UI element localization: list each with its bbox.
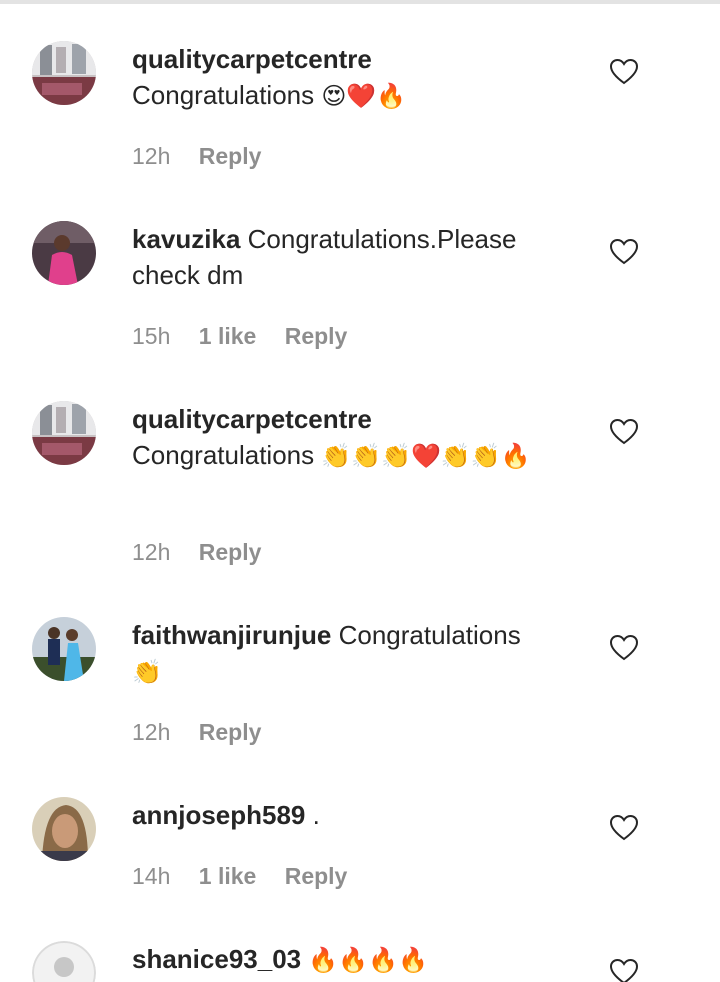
- heart-outline-icon[interactable]: [610, 419, 638, 445]
- comment-meta: 14h 1 like Reply: [132, 863, 369, 890]
- comment-meta: 12h Reply: [132, 719, 283, 746]
- comment-meta: 12h Reply: [132, 143, 283, 170]
- comment-item: qualitycarpetcentre Congratulations 😍❤️🔥…: [0, 41, 720, 181]
- portrait-avatar[interactable]: [32, 797, 96, 861]
- comment-username[interactable]: qualitycarpetcentre: [132, 44, 372, 74]
- pink-dress-avatar[interactable]: [32, 221, 96, 285]
- comment-text: Congratulations: [132, 80, 315, 110]
- comment-time: 14h: [132, 863, 171, 889]
- heart-outline-icon[interactable]: [610, 239, 638, 265]
- comment-emoji: 🔥🔥🔥🔥: [308, 946, 428, 974]
- top-divider: [0, 0, 720, 4]
- carpet-avatar[interactable]: [32, 401, 96, 465]
- heart-outline-icon[interactable]: [610, 959, 638, 982]
- default-avatar[interactable]: [32, 941, 96, 982]
- comment-time: 12h: [132, 143, 171, 169]
- carpet-avatar[interactable]: [32, 41, 96, 105]
- reply-button[interactable]: Reply: [285, 863, 348, 889]
- comment-time: 12h: [132, 539, 171, 565]
- comment-emoji: 👏: [132, 658, 162, 686]
- comment-item: qualitycarpetcentre Congratulations 👏👏👏❤…: [0, 401, 720, 577]
- comment-emoji: 👏👏👏❤️👏👏🔥: [321, 442, 531, 470]
- reply-button[interactable]: Reply: [199, 539, 262, 565]
- comment-item: annjoseph589 . 14h 1 like Reply: [0, 797, 720, 901]
- comment-meta: 12h Reply: [132, 539, 283, 566]
- comment-meta: 15h 1 like Reply: [132, 323, 369, 350]
- reply-button[interactable]: Reply: [199, 143, 262, 169]
- comment-time: 15h: [132, 323, 171, 349]
- comment-item: kavuzika Congratulations.Please check dm…: [0, 221, 720, 361]
- heart-outline-icon[interactable]: [610, 815, 638, 841]
- comment-item: shanice93_03 🔥🔥🔥🔥: [0, 941, 720, 982]
- heart-outline-icon[interactable]: [610, 59, 638, 85]
- comment-username[interactable]: annjoseph589: [132, 800, 305, 830]
- comment-item: faithwanjirunjue Congratulations 👏 12h R…: [0, 617, 720, 757]
- like-count[interactable]: 1 like: [199, 863, 257, 889]
- comment-username[interactable]: kavuzika: [132, 224, 240, 254]
- comment-time: 12h: [132, 719, 171, 745]
- comment-username[interactable]: qualitycarpetcentre: [132, 404, 372, 434]
- reply-button[interactable]: Reply: [285, 323, 348, 349]
- like-count[interactable]: 1 like: [199, 323, 257, 349]
- reply-button[interactable]: Reply: [199, 719, 262, 745]
- comment-username[interactable]: shanice93_03: [132, 944, 301, 974]
- comment-emoji: 😍❤️🔥: [321, 82, 407, 110]
- comment-username[interactable]: faithwanjirunjue: [132, 620, 331, 650]
- people-avatar[interactable]: [32, 617, 96, 681]
- comment-text: Congratulations: [338, 620, 521, 650]
- comment-text: Congratulations: [132, 440, 315, 470]
- heart-outline-icon[interactable]: [610, 635, 638, 661]
- comment-text: .: [312, 800, 320, 830]
